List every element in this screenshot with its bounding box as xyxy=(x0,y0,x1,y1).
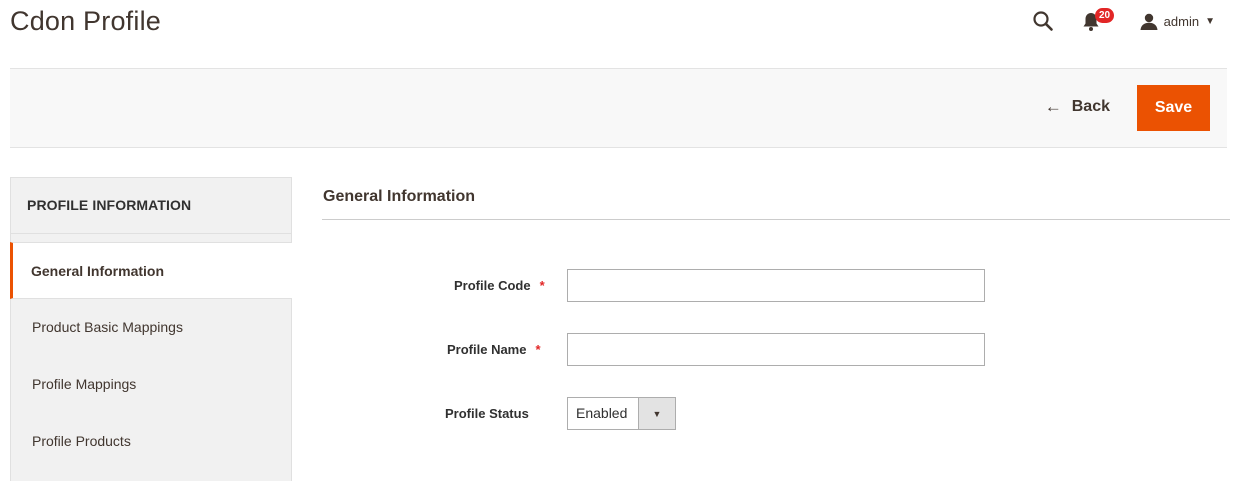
save-button[interactable]: Save xyxy=(1137,85,1210,131)
page-title: Cdon Profile xyxy=(10,6,161,36)
back-button[interactable]: ← Back xyxy=(1045,97,1110,117)
section-divider xyxy=(322,219,1230,220)
profile-code-label: Profile Code * xyxy=(454,278,545,293)
page-actions-bar: ← Back Save xyxy=(10,68,1227,148)
profile-status-label: Profile Status xyxy=(445,406,529,421)
section-title: General Information xyxy=(323,188,476,205)
tab-profile-mappings[interactable]: Profile Mappings xyxy=(11,356,291,413)
tab-product-basic-mappings[interactable]: Product Basic Mappings xyxy=(11,299,291,356)
sidebar-tabs: General Information Product Basic Mappin… xyxy=(10,242,292,470)
profile-status-value: Enabled xyxy=(576,405,628,421)
profile-name-label-text: Profile Name xyxy=(447,342,527,357)
search-icon[interactable] xyxy=(1032,10,1054,32)
chevron-down-icon: ▼ xyxy=(638,398,675,429)
notification-count-badge: 20 xyxy=(1095,8,1115,23)
user-icon xyxy=(1140,13,1158,30)
profile-code-label-text: Profile Code xyxy=(454,278,531,293)
profile-name-label: Profile Name * xyxy=(447,342,541,357)
profile-name-input[interactable] xyxy=(567,333,985,366)
tab-profile-products[interactable]: Profile Products xyxy=(11,413,291,470)
profile-code-input[interactable] xyxy=(567,269,985,302)
tab-general-information[interactable]: General Information xyxy=(10,242,292,299)
user-menu[interactable]: admin ▼ xyxy=(1140,10,1215,32)
required-star: * xyxy=(535,342,541,357)
user-name: admin xyxy=(1163,13,1200,29)
profile-status-select[interactable]: Enabled ▼ xyxy=(567,397,676,430)
arrow-left-icon: ← xyxy=(1044,97,1062,116)
required-star: * xyxy=(539,278,545,293)
sidebar-title: PROFILE INFORMATION xyxy=(11,178,291,234)
chevron-down-icon: ▼ xyxy=(1205,15,1215,27)
notifications-button[interactable]: 20 xyxy=(1082,8,1115,32)
back-button-label: Back xyxy=(1071,98,1110,115)
profile-sidebar: PROFILE INFORMATION General Information … xyxy=(10,177,292,481)
